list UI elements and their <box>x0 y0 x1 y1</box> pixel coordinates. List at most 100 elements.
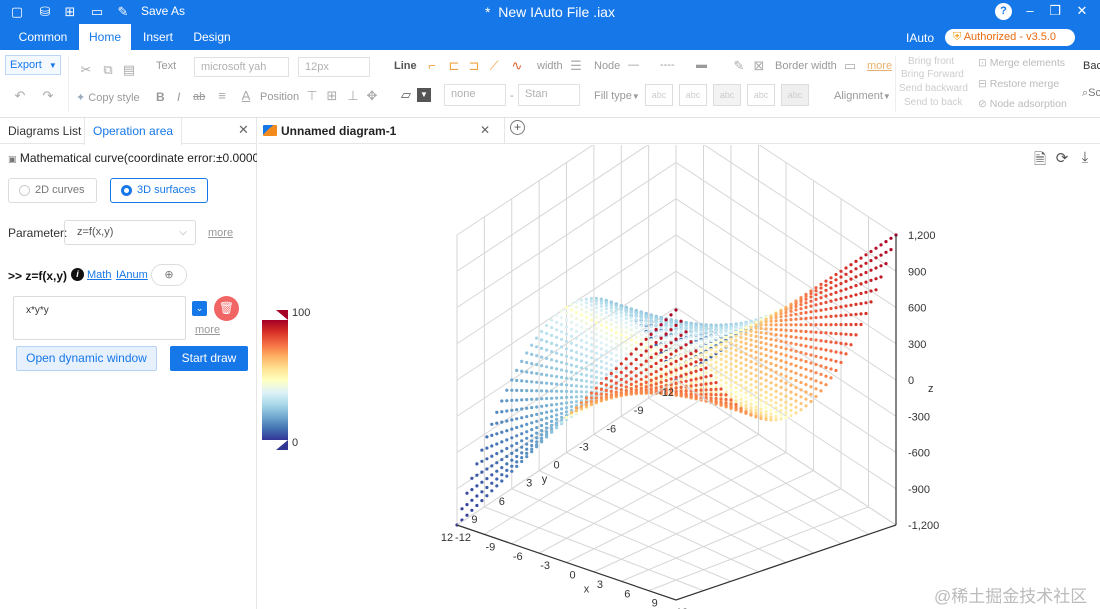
bring-forward-button[interactable]: Bring Forward <box>901 69 964 80</box>
alignment-dropdown[interactable]: Alignment▼ <box>834 90 891 102</box>
style-swatch-2[interactable]: abc <box>679 84 707 106</box>
export-dropdown[interactable]: Export ▼ <box>5 55 61 75</box>
add-formula-button[interactable]: ⊕ <box>151 264 187 286</box>
surface-point <box>495 477 499 481</box>
expression-more-link[interactable]: more <box>195 324 220 336</box>
tab-operation-area[interactable]: Operation area <box>84 118 183 145</box>
node-adsorption-button[interactable]: ⊘ Node adsorption <box>978 98 1067 110</box>
restore-merge-button[interactable]: ⊟ Restore merge <box>978 78 1059 90</box>
paste-icon[interactable]: ▤ <box>121 62 137 78</box>
undo-icon[interactable]: ↶ <box>12 88 28 104</box>
menu-design[interactable]: Design <box>187 24 237 50</box>
menu-common[interactable]: Common <box>10 24 76 50</box>
surface-point <box>639 338 643 342</box>
copy-style-button[interactable]: ✦ Copy style <box>76 91 140 104</box>
fill-type-dropdown[interactable]: Fill type▼ <box>594 90 640 102</box>
minimize-button[interactable]: – <box>1021 3 1039 18</box>
line-width-icon[interactable]: ☰ <box>568 58 584 74</box>
start-draw-button[interactable]: Start draw <box>170 346 248 371</box>
style-swatch-1[interactable]: abc <box>645 84 673 106</box>
maximize-button[interactable]: ❐ <box>1046 3 1064 19</box>
surface-point <box>644 322 648 326</box>
surface-point <box>599 381 603 385</box>
surface-plot[interactable]: -1,200-900-600-30003006009001,200z-12-9-… <box>258 145 1100 609</box>
send-backward-button[interactable]: Send backward <box>899 83 968 94</box>
grid-icon[interactable]: ⊠ <box>751 58 767 74</box>
parameter-select[interactable]: z=f(x,y) ⌵ <box>64 220 196 245</box>
menu-insert[interactable]: Insert <box>135 24 181 50</box>
line-color-dropdown-icon[interactable]: ▼ <box>417 88 431 102</box>
open-dynamic-window-button[interactable]: Open dynamic window <box>16 346 157 371</box>
visual-map-legend[interactable]: 100 0 <box>262 307 310 450</box>
surface-point <box>634 335 638 339</box>
italic-button[interactable]: I <box>177 90 180 104</box>
line-end-select[interactable]: Stan <box>518 84 580 106</box>
more-link[interactable]: more <box>867 60 892 72</box>
line-diagonal-icon[interactable]: ⟋ <box>486 58 502 74</box>
line-color-icon[interactable]: ▱ <box>398 87 414 103</box>
info-icon[interactable]: i <box>71 268 84 281</box>
surface-point <box>515 441 519 445</box>
surface-point <box>530 421 534 425</box>
new-tab-button[interactable]: + <box>510 120 525 135</box>
help-icon[interactable]: ? <box>995 3 1012 20</box>
delete-formula-button[interactable]: 🗑 <box>214 296 239 321</box>
surface-point <box>839 351 843 355</box>
search-button[interactable]: ⌕Sc <box>1082 87 1100 100</box>
line-dashed-icon[interactable]: ---- <box>660 59 675 71</box>
y-axis-label: y <box>542 474 548 486</box>
mode-2d-radio[interactable]: 2D curves <box>8 178 97 203</box>
line-elbow-icon[interactable]: ⊏ <box>446 58 462 74</box>
close-icon[interactable]: ✕ <box>480 123 490 137</box>
surface-point <box>839 360 843 365</box>
line-curve-icon[interactable]: ⊐ <box>466 58 482 74</box>
surface-point <box>754 396 758 400</box>
bring-front-button[interactable]: Bring front <box>908 56 954 67</box>
copy-icon[interactable]: ⧉ <box>100 62 116 78</box>
line-bezier-icon[interactable]: ∿ <box>509 58 525 74</box>
confirm-check-button[interactable]: ⌄ <box>192 301 207 316</box>
surface-point <box>545 396 549 401</box>
menu-home[interactable]: Home <box>79 24 131 50</box>
line-thick-icon[interactable]: ▬ <box>696 59 707 71</box>
close-icon[interactable]: ✕ <box>238 122 249 138</box>
cut-icon[interactable]: ✂ <box>78 62 94 78</box>
pen-icon[interactable]: ✎ <box>731 58 747 74</box>
border-width-icon[interactable]: ▭ <box>842 58 858 74</box>
send-to-back-button[interactable]: Send to back <box>904 97 962 108</box>
z-tick-label: -600 <box>908 448 930 460</box>
strikethrough-button[interactable]: ab <box>193 91 205 103</box>
tab-diagrams-list[interactable]: Diagrams List <box>0 118 89 144</box>
surface-point <box>540 329 544 334</box>
style-swatch-5[interactable]: abc <box>781 84 809 106</box>
merge-elements-button[interactable]: ⊡ Merge elements <box>978 57 1065 69</box>
align-middle-icon[interactable]: ⊞ <box>324 88 340 104</box>
style-swatch-3[interactable]: abc <box>713 84 741 106</box>
bold-button[interactable]: B <box>156 90 165 104</box>
ianum-link[interactable]: IAnum <box>116 269 148 281</box>
surface-point <box>889 236 893 240</box>
surface-point <box>559 316 564 320</box>
parameter-more-link[interactable]: more <box>208 227 233 239</box>
font-family-select[interactable]: microsoft yah <box>194 57 289 77</box>
surface-point <box>739 407 743 411</box>
mode-3d-radio[interactable]: 3D surfaces <box>110 178 208 203</box>
font-size-select[interactable]: 12px <box>298 57 370 77</box>
document-tab[interactable]: Unnamed diagram-1 ✕ <box>258 118 505 144</box>
math-link[interactable]: Math <box>87 269 111 281</box>
line-style-select[interactable]: none <box>444 84 506 106</box>
authorized-badge[interactable]: ⛨ Authorized - v3.5.0 <box>945 29 1075 46</box>
move-icon[interactable]: ✥ <box>364 88 380 104</box>
redo-icon[interactable]: ↷ <box>40 88 56 104</box>
surface-point <box>774 315 778 320</box>
align-bottom-icon[interactable]: ⊥ <box>345 88 361 104</box>
line-straight-icon[interactable]: ⌐ <box>424 58 440 73</box>
style-swatch-4[interactable]: abc <box>747 84 775 106</box>
align-top-icon[interactable]: ⊤ <box>304 88 320 104</box>
close-button[interactable]: ✕ <box>1073 3 1091 19</box>
align-text-icon[interactable]: ≡ <box>214 88 230 103</box>
back-button[interactable]: Bac <box>1083 60 1100 72</box>
line-solid-icon[interactable]: — <box>628 59 641 71</box>
font-color-icon[interactable]: A <box>238 88 254 103</box>
expression-input[interactable]: x*y*y <box>13 296 186 340</box>
